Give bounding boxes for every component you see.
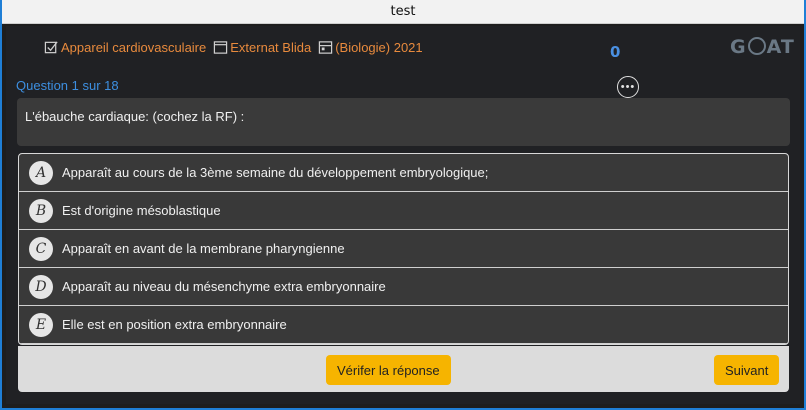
- choice-a[interactable]: A Apparaît au cours de la 3ème semaine d…: [19, 154, 788, 192]
- breadcrumb-label: Externat Blida: [230, 40, 312, 55]
- breadcrumb: Appareil cardiovasculaire Externat Blida…: [44, 40, 430, 55]
- action-footer: Vérifer la réponse Suivant: [18, 346, 789, 392]
- choice-letter: B: [29, 198, 53, 223]
- checkbox-icon: [44, 40, 59, 55]
- breadcrumb-label: (Biologie) 2021: [335, 40, 423, 55]
- choice-label: Elle est en position extra embryonnaire: [62, 317, 287, 332]
- logo-o-icon: [747, 36, 766, 55]
- breadcrumb-item-module[interactable]: Appareil cardiovasculaire: [44, 40, 206, 55]
- logo-text-right: AT: [766, 36, 795, 58]
- choices-list: A Apparaît au cours de la 3ème semaine d…: [18, 153, 789, 345]
- book-icon: [213, 40, 228, 55]
- app-logo: G AT: [730, 36, 795, 58]
- choice-letter: E: [29, 312, 53, 337]
- breadcrumb-item-year[interactable]: (Biologie) 2021: [318, 40, 423, 55]
- choice-label: Est d'origine mésoblastique: [62, 203, 221, 218]
- main-content: Appareil cardiovasculaire Externat Blida…: [6, 26, 800, 404]
- choice-letter: D: [29, 274, 53, 299]
- choice-letter: C: [29, 236, 53, 261]
- choice-e[interactable]: E Elle est en position extra embryonnair…: [19, 306, 788, 344]
- verify-answer-button[interactable]: Vérifer la réponse: [326, 355, 451, 385]
- choice-label: Apparaît en avant de la membrane pharyng…: [62, 241, 345, 256]
- choice-c[interactable]: C Apparaît en avant de la membrane phary…: [19, 230, 788, 268]
- breadcrumb-label: Appareil cardiovasculaire: [61, 40, 207, 55]
- app-window: test Appareil cardiovasculaire Externat …: [0, 0, 806, 410]
- logo-text-left: G: [730, 36, 747, 58]
- score-counter: 0: [610, 43, 621, 61]
- choice-label: Apparaît au cours de la 3ème semaine du …: [62, 165, 489, 180]
- next-button[interactable]: Suivant: [714, 355, 780, 385]
- choice-b[interactable]: B Est d'origine mésoblastique: [19, 192, 788, 230]
- calendar-icon: [318, 40, 333, 55]
- choice-letter: A: [29, 160, 53, 185]
- window-title: test: [2, 0, 804, 24]
- breadcrumb-item-source[interactable]: Externat Blida: [213, 40, 311, 55]
- choice-label: Apparaît au niveau du mésenchyme extra e…: [62, 279, 386, 294]
- question-text: L'ébauche cardiaque: (cochez la RF) :: [17, 98, 790, 146]
- choice-d[interactable]: D Apparaît au niveau du mésenchyme extra…: [19, 268, 788, 306]
- comment-icon[interactable]: •••: [617, 76, 639, 98]
- question-counter: Question 1 sur 18: [16, 78, 119, 93]
